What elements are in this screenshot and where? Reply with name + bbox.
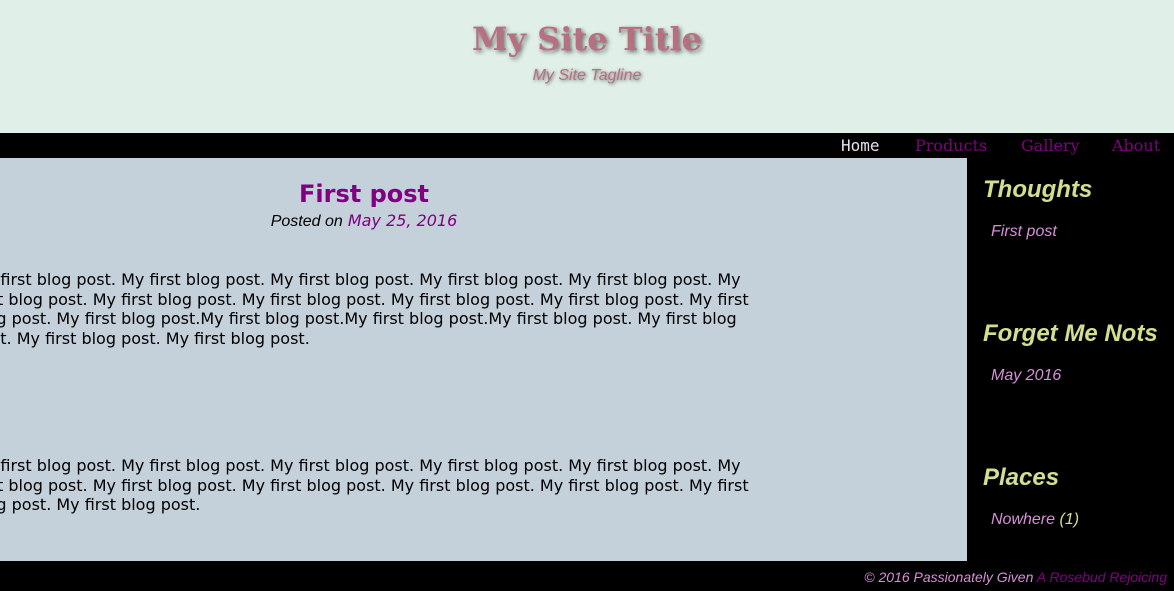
widget-count: (1) xyxy=(1059,511,1080,528)
sidebar: Thoughts First post Forget Me Nots May 2… xyxy=(967,158,1174,561)
post-paragraph: My first blog post. My first blog post. … xyxy=(0,456,749,514)
post-date-link[interactable]: May 25, 2016 xyxy=(348,211,457,230)
site-footer: © 2016 Passionately Given A Rosebud Rejo… xyxy=(0,561,1174,591)
widget-link-nowhere[interactable]: Nowhere xyxy=(991,511,1055,528)
widget-title-thoughts: Thoughts xyxy=(983,176,1093,203)
post-title[interactable]: First post xyxy=(0,180,728,208)
nav-about[interactable]: About xyxy=(1112,136,1160,155)
main-nav: Home Products Gallery About xyxy=(0,133,1174,158)
widget-title-places: Places xyxy=(983,464,1060,491)
post-paragraph: My first blog post. My first blog post. … xyxy=(0,270,749,348)
footer-text: © 2016 Passionately Given A Rosebud Rejo… xyxy=(864,569,1167,585)
widget-link-may-2016[interactable]: May 2016 xyxy=(991,367,1061,385)
widget-item-nowhere: Nowhere (1) xyxy=(991,511,1079,529)
site-title[interactable]: My Site Title xyxy=(0,20,1174,58)
site-tagline: My Site Tagline xyxy=(532,67,642,84)
main-content: First post Posted on May 25, 2016 My fir… xyxy=(0,158,967,561)
nav-gallery[interactable]: Gallery xyxy=(1021,136,1080,155)
nav-home[interactable]: Home xyxy=(841,136,880,155)
post-meta: Posted on May 25, 2016 xyxy=(0,211,728,231)
site-header: My Site Title My Site Tagline xyxy=(0,0,1174,133)
widget-link-first-post[interactable]: First post xyxy=(991,223,1057,241)
nav-products[interactable]: Products xyxy=(915,136,987,155)
widget-title-forget-me-nots: Forget Me Nots xyxy=(983,320,1158,347)
footer-copyright: © 2016 Passionately Given xyxy=(864,569,1034,585)
posted-on-label: Posted on xyxy=(270,213,343,230)
footer-credit-link[interactable]: A Rosebud Rejoicing xyxy=(1037,569,1167,585)
